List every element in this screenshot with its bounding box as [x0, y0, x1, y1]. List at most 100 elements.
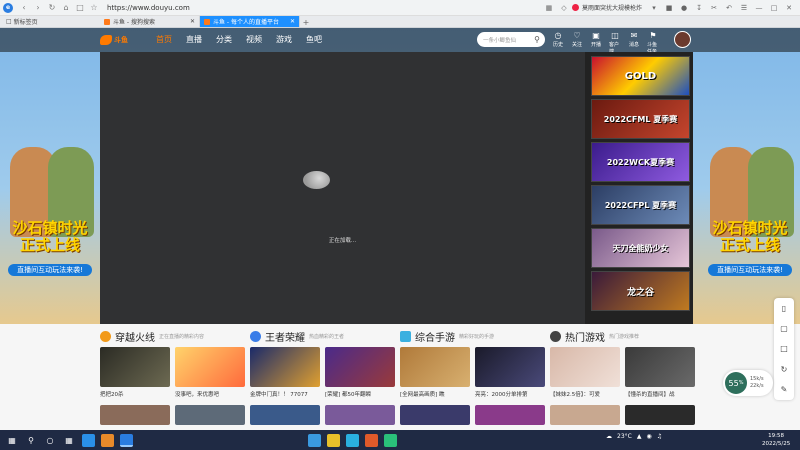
nav-home[interactable]: 首页	[156, 34, 172, 45]
stream-thumbnail[interactable]	[325, 405, 395, 425]
edge-browser-icon[interactable]	[82, 433, 95, 447]
avatar[interactable]	[674, 31, 691, 48]
browser-logo-icon[interactable]: e	[3, 2, 13, 13]
tabs-icon[interactable]: □	[73, 1, 87, 15]
playlist-item[interactable]: 2022CFML 夏季赛	[591, 99, 690, 139]
restore-icon[interactable]: □	[767, 1, 781, 15]
task-view-icon[interactable]: ○	[43, 433, 57, 447]
tab-douyu[interactable]: 斗鱼 - 每个人的直播平台 ✕	[200, 16, 300, 27]
left-banner-ad[interactable]: 沙石镇时光 正式上线 直播间互动玩法来袭!	[0, 52, 100, 338]
search-icon[interactable]: ⚲	[534, 35, 540, 44]
undo-icon[interactable]: ↶	[722, 1, 736, 15]
history-icon: ◷	[554, 31, 562, 40]
stream-thumbnail	[625, 347, 695, 387]
app-icon[interactable]	[308, 433, 321, 447]
file-explorer-icon[interactable]	[101, 433, 114, 447]
windows-start-icon[interactable]: ▦	[5, 433, 19, 447]
forward-icon[interactable]: ›	[31, 1, 45, 15]
banner-title: 沙石镇时光 正式上线	[4, 220, 96, 254]
news-icon	[571, 4, 579, 11]
video-player[interactable]: 正在加载...	[100, 52, 585, 324]
url-field[interactable]: https://www.douyu.com	[107, 4, 542, 12]
section-title[interactable]: 穿越火线	[115, 329, 155, 344]
app-icon[interactable]	[346, 433, 359, 447]
right-banner-ad[interactable]: 沙石镇时光 正式上线 直播间互动玩法来袭!	[700, 52, 800, 338]
banner-pill[interactable]: 直播间互动玩法来袭!	[8, 264, 92, 276]
section-title[interactable]: 热门游戏	[565, 329, 605, 344]
nav-game[interactable]: 游戏	[276, 34, 292, 45]
app-icon[interactable]	[327, 433, 340, 447]
download-icon[interactable]: ↧	[692, 1, 706, 15]
tab-sogou[interactable]: 斗鱼 - 搜狗搜索 ✕	[100, 16, 200, 27]
nav-video[interactable]: 视频	[246, 34, 262, 45]
weather-temp[interactable]: 23°C	[617, 433, 632, 440]
speed-percent: 55%	[725, 372, 747, 394]
banner-pill[interactable]: 直播间互动玩法来袭!	[708, 264, 792, 276]
stream-thumbnail[interactable]	[550, 405, 620, 425]
minimize-icon[interactable]: —	[752, 1, 766, 15]
system-clock[interactable]: 19:58 2022/5/25	[762, 432, 790, 448]
network-icon[interactable]: ◉	[646, 433, 651, 440]
stream-thumbnail[interactable]	[175, 405, 245, 425]
phone-icon[interactable]: ▯	[782, 304, 786, 313]
extension-icon[interactable]: ■	[662, 1, 676, 15]
app-icon[interactable]	[384, 433, 397, 447]
search-icon[interactable]: ⚲	[24, 433, 38, 447]
refresh-icon[interactable]: ↻	[781, 365, 788, 374]
volume-icon[interactable]: ♫	[657, 433, 662, 440]
browser-app-icon[interactable]	[120, 433, 133, 447]
network-speed-widget[interactable]: 55% 15k/s 22k/s	[723, 370, 773, 396]
news-ticker[interactable]: 莫雨面突扰大规模枪炸	[582, 3, 642, 12]
bookmark-new-tab[interactable]: □ 新标签页	[0, 15, 100, 27]
nav-yuba[interactable]: 鱼吧	[306, 34, 322, 45]
playlist-item[interactable]: GOLD	[591, 56, 690, 96]
section-title[interactable]: 王者荣耀	[265, 329, 305, 344]
stream-thumbnail[interactable]	[100, 405, 170, 425]
search-input[interactable]: 一条小鲫鱼仙 ⚲	[477, 32, 545, 47]
stream-thumbnail[interactable]	[400, 405, 470, 425]
menu-icon[interactable]: ☰	[737, 1, 751, 15]
nav-live[interactable]: 直播	[186, 34, 202, 45]
back-icon[interactable]: ‹	[17, 1, 31, 15]
douyu-logo[interactable]: 斗鱼	[100, 34, 132, 46]
stream-card[interactable]: 亮亮：2000分单排第	[475, 347, 545, 398]
stream-card[interactable]: 把把20杀	[100, 347, 170, 398]
device-icon[interactable]: ▢	[780, 324, 788, 333]
playlist-item[interactable]: 龙之谷	[591, 271, 690, 311]
stream-title: 没事吧，来优惠吧	[175, 392, 220, 398]
playlist-item[interactable]: 2022CFPL 夏季赛	[591, 185, 690, 225]
cut-icon[interactable]: ✂	[707, 1, 721, 15]
refresh-icon[interactable]: ↻	[45, 1, 59, 15]
grid-icon[interactable]: ▦	[542, 1, 556, 15]
stream-card[interactable]: 金牌中门真！！ 77077	[250, 347, 320, 398]
section-title[interactable]: 综合手游	[415, 329, 455, 344]
search-dropdown-icon[interactable]: ▾	[647, 1, 661, 15]
stream-card[interactable]: [全网最高画质] 瞧	[400, 347, 470, 398]
stream-thumbnail[interactable]	[625, 405, 695, 425]
stream-card[interactable]: 【懂杀的直播间】战	[625, 347, 695, 398]
playlist-item[interactable]: 2022WCK夏季赛	[591, 142, 690, 182]
tray-icon[interactable]: ▲	[637, 433, 642, 440]
home-icon[interactable]: ⌂	[59, 1, 73, 15]
stream-card[interactable]: 没事吧，来优惠吧	[175, 347, 245, 398]
playlist-item[interactable]: 天刀全能奶少女	[591, 228, 690, 268]
stream-thumbnail[interactable]	[250, 405, 320, 425]
chat-icon[interactable]: □	[780, 344, 788, 353]
stream-thumbnail[interactable]	[475, 405, 545, 425]
close-icon[interactable]: ✕	[782, 1, 796, 15]
sogou-favicon-icon	[104, 18, 110, 25]
favorite-star-icon[interactable]: ☆	[87, 1, 101, 15]
honor-of-kings-icon	[250, 330, 261, 342]
tab-close-icon[interactable]: ✕	[290, 18, 295, 25]
stream-card[interactable]: 【妹妹2.5倍】：可爱	[550, 347, 620, 398]
tab-close-icon[interactable]: ✕	[190, 18, 195, 25]
banner-title-line2: 正式上线	[719, 236, 780, 254]
widgets-icon[interactable]: ▦	[62, 433, 76, 447]
shield-icon[interactable]: ◇	[557, 1, 571, 15]
nav-category[interactable]: 分类	[216, 34, 232, 45]
feedback-edit-icon[interactable]: ✎	[781, 385, 788, 394]
new-tab-icon[interactable]: +	[300, 18, 312, 27]
stream-card[interactable]: [荣耀] 都50年翻瞬	[325, 347, 395, 398]
game-icon[interactable]: ●	[677, 1, 691, 15]
app-icon[interactable]	[365, 433, 378, 447]
